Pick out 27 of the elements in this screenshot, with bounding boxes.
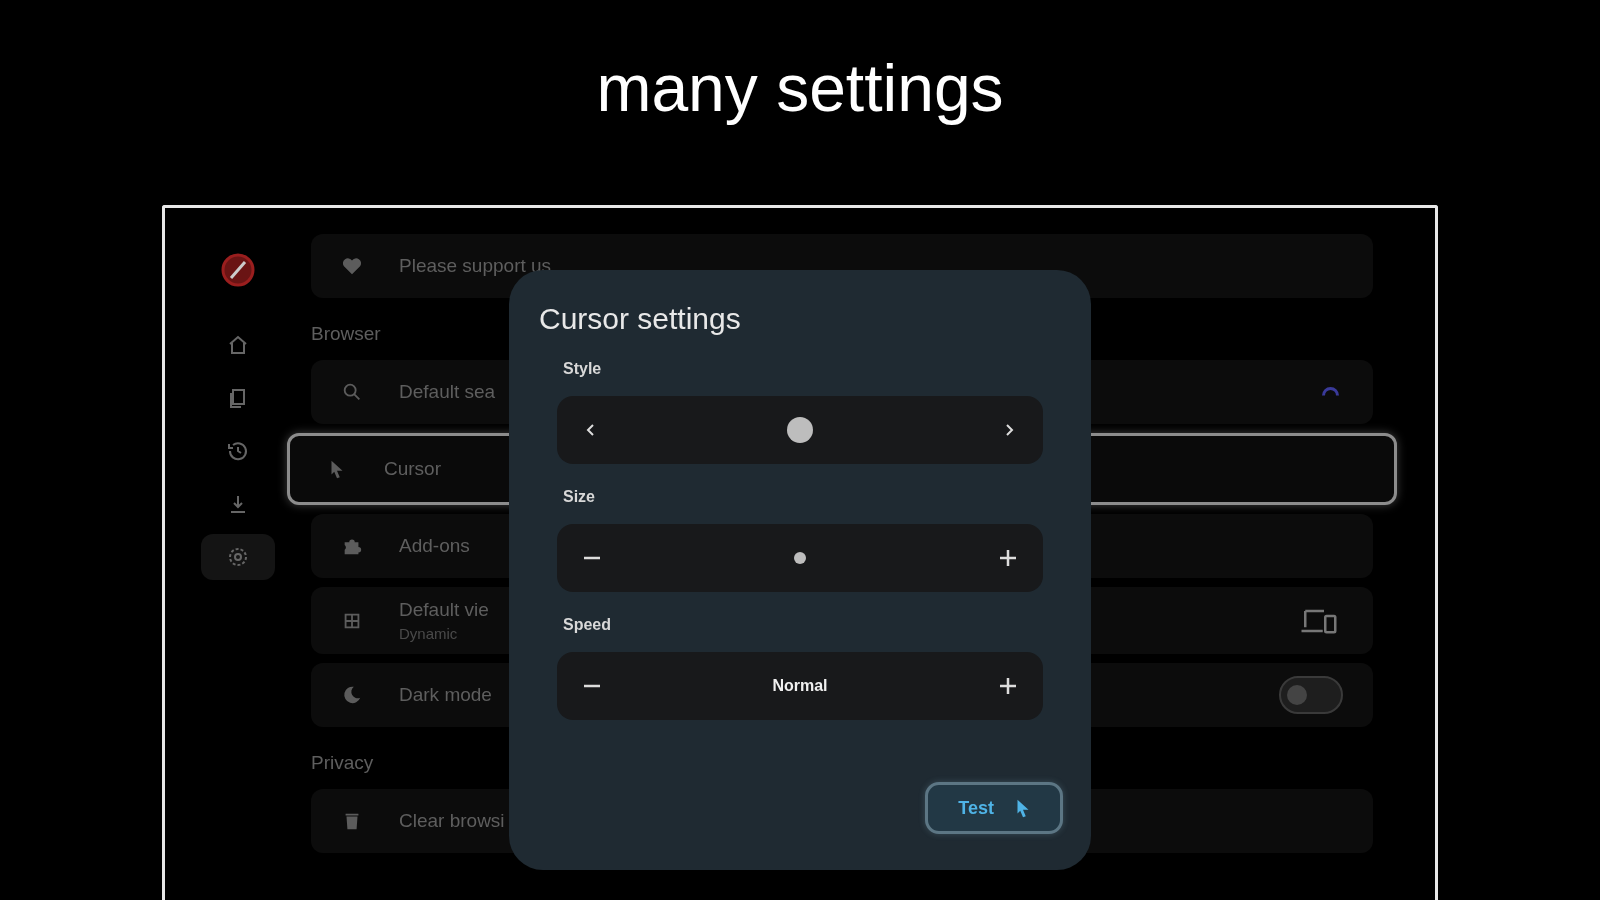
plus-icon[interactable]	[999, 677, 1017, 695]
headline: many settings	[596, 52, 1004, 125]
logo-icon	[220, 252, 256, 288]
control-label: Style	[563, 360, 602, 378]
settings-icon[interactable]	[201, 534, 275, 580]
toggle-switch[interactable]	[1279, 676, 1343, 714]
section-heading: Privacy	[311, 752, 374, 774]
row-label: Dark mode	[399, 684, 492, 706]
cursor-preview	[787, 417, 813, 443]
spinner-icon	[1322, 387, 1339, 397]
row-label: Default sea	[399, 381, 496, 403]
row-label: Add-ons	[399, 535, 470, 557]
heart-icon	[341, 255, 363, 277]
row-label: Cursor	[384, 458, 441, 480]
search-icon	[341, 381, 363, 403]
dialog-title: Cursor settings	[539, 302, 742, 336]
row-label: Clear browsi	[399, 810, 505, 832]
section-heading: Browser	[311, 323, 381, 345]
control-label: Speed	[563, 616, 611, 634]
cursor-preview	[794, 552, 806, 564]
speed-value: Normal	[772, 677, 828, 695]
row-subtitle: Dynamic	[399, 625, 458, 642]
moon-icon	[341, 684, 363, 706]
test-button[interactable]: Test	[925, 782, 1063, 834]
control-label: Size	[563, 488, 595, 506]
plus-icon[interactable]	[999, 549, 1017, 567]
row-label: Default vie	[399, 599, 489, 621]
